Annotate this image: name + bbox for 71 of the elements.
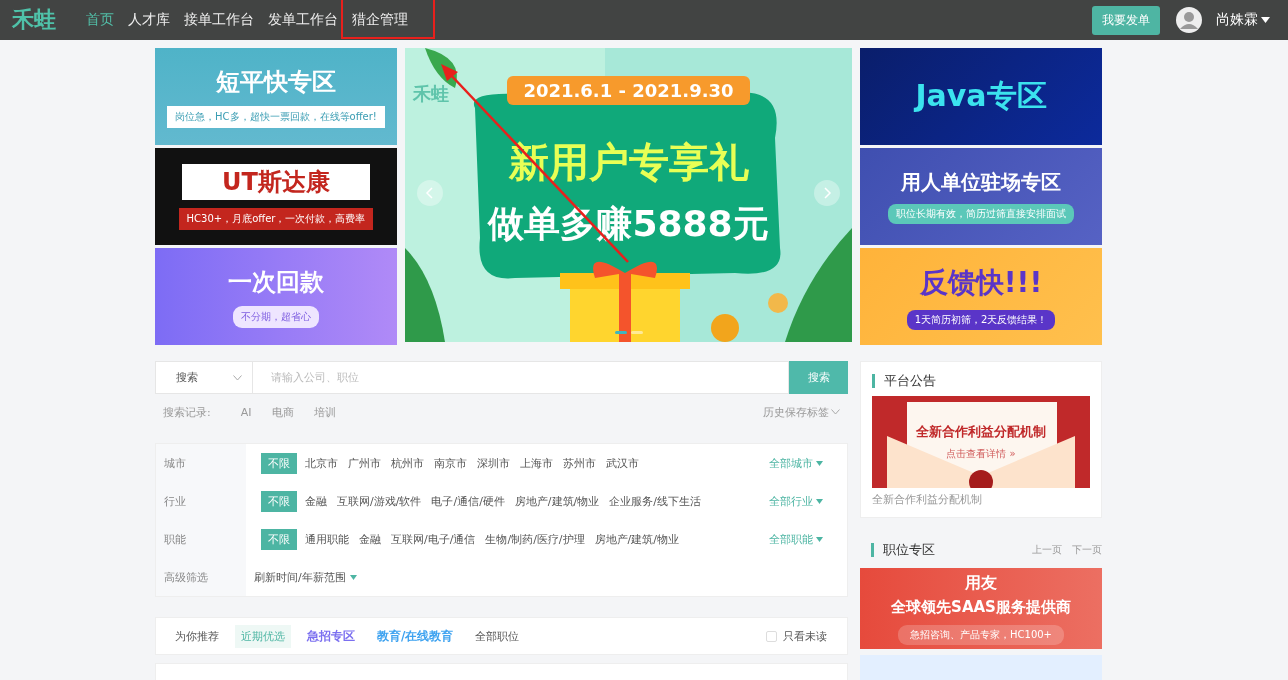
user-menu[interactable]: 尚姝霖	[1210, 10, 1276, 30]
banner-subtitle: 全球领先SAAS服务提供商	[891, 597, 1071, 617]
banner-title: 用友	[965, 572, 997, 594]
history-label: 搜索记录:	[163, 404, 211, 420]
filter-label: 行业	[156, 482, 246, 520]
filter-label: 高级筛选	[156, 558, 246, 596]
banner-tag: 急招咨询、产品专家，HC100+	[898, 624, 1064, 645]
banner-subtitle: 岗位急，HC多，超快一票回款，在线等offer!	[167, 105, 385, 128]
previous-icon[interactable]	[417, 180, 443, 206]
banner-title: UT斯达康	[182, 163, 370, 200]
filter-label: 职能	[156, 520, 246, 558]
filter-label: 城市	[156, 444, 246, 482]
banner-title: 一次回款	[228, 266, 324, 298]
nav-link[interactable]: 发单工作台	[268, 11, 338, 29]
promo-banner[interactable]: 反馈快!!! 1天简历初筛，2天反馈结果！	[860, 248, 1102, 345]
watermark-logo: 禾蛙	[413, 82, 449, 106]
notice-banner[interactable]: 全新合作利益分配机制 点击查看详情 »	[872, 396, 1090, 488]
promo-banner[interactable]: Java专区	[860, 48, 1102, 145]
search-scope-dropdown[interactable]: 搜索	[155, 361, 253, 394]
job-tab[interactable]: 急招专区	[301, 623, 361, 649]
filter-option[interactable]: 互联网/游戏/软件	[337, 490, 422, 512]
filter-option[interactable]: 房地产/建筑/物业	[514, 490, 600, 512]
banner-subtitle: 不分期，超省心	[233, 305, 319, 328]
chevron-icon[interactable]	[233, 374, 242, 381]
logo[interactable]: 禾蛙	[12, 5, 56, 35]
banner-title: 短平快专区	[216, 66, 336, 98]
filter-option[interactable]: 苏州市	[563, 452, 596, 474]
filter-option[interactable]: 杭州市	[391, 452, 424, 474]
filter-option[interactable]: 房地产/建筑/物业	[594, 528, 679, 550]
advanced-filter-dropdown[interactable]: 刷新时间/年薪范围	[254, 569, 357, 585]
chevron-icon[interactable]	[831, 409, 840, 415]
unread-only-checkbox[interactable]: 只看未读	[760, 627, 833, 645]
filter-option[interactable]: 武汉市	[606, 452, 639, 474]
nav-link[interactable]: 首页	[86, 11, 114, 29]
promo-banner[interactable]: 一次回款 不分期，超省心	[155, 248, 397, 345]
filter-option[interactable]: 企业服务/线下生活	[609, 490, 701, 512]
filter-option[interactable]: 北京市	[305, 452, 338, 474]
search-field[interactable]: 请输入公司、职位	[253, 361, 789, 394]
details-link[interactable]: 点击查看详情 »	[946, 447, 1016, 461]
filter-option[interactable]: 通用职能	[305, 528, 349, 550]
caret-icon[interactable]	[1261, 17, 1270, 23]
nav-link[interactable]: 猎企管理	[352, 11, 408, 29]
filter-option[interactable]: 南京市	[434, 452, 467, 474]
job-tab[interactable]: 全部职位	[469, 624, 526, 648]
filter-option[interactable]: 互联网/电子/通信	[391, 528, 476, 550]
promo-banner[interactable]: 用人单位驻场专区 职位长期有效，简历过筛直接安排面试	[860, 148, 1102, 245]
promo-banner[interactable]: UT斯达康 HC30+，月底offer，一次付款，高费率	[155, 148, 397, 245]
promo-dates: 2021.6.1 - 2021.9.30	[507, 76, 750, 105]
banner-subtitle: HC30+，月底offer，一次付款，高费率	[178, 207, 374, 230]
job-tab[interactable]: 为你推荐	[169, 624, 225, 648]
banner-title: Java专区	[915, 77, 1047, 115]
promo-banner[interactable]: 用友 全球领先SAAS服务提供商 急招咨询、产品专家，HC100+	[860, 568, 1102, 649]
filter-option[interactable]: 生物/制药/医疗/护理	[485, 528, 585, 550]
filter-option[interactable]: 广州市	[348, 452, 381, 474]
filter-option[interactable]: 金融	[359, 528, 381, 550]
promo-subheadline: 做单多赚5888元	[488, 202, 769, 246]
nav-link[interactable]: 接单工作台	[184, 11, 254, 29]
avatar-icon[interactable]	[1176, 7, 1202, 33]
banner-title: 用人单位驻场专区	[901, 169, 1061, 196]
filter-option[interactable]: 金融	[305, 490, 327, 512]
nav-link[interactable]: 人才库	[128, 11, 170, 29]
banner-subtitle: 1天简历初筛，2天反馈结果！	[906, 309, 1056, 330]
filter-option[interactable]: 深圳市	[477, 452, 510, 474]
section-title: 职位专区	[871, 543, 935, 557]
section-title: 平台公告	[872, 374, 1090, 388]
banner-subtitle: 职位长期有效，简历过筛直接安排面试	[888, 204, 1074, 224]
banner-title: 全新合作利益分配机制	[916, 423, 1046, 441]
filter-option[interactable]: 上海市	[520, 452, 553, 474]
filter-option[interactable]: 电子/通信/硬件	[431, 490, 505, 512]
next-icon[interactable]	[814, 180, 840, 206]
banner-title: 反馈快!!!	[919, 264, 1043, 301]
